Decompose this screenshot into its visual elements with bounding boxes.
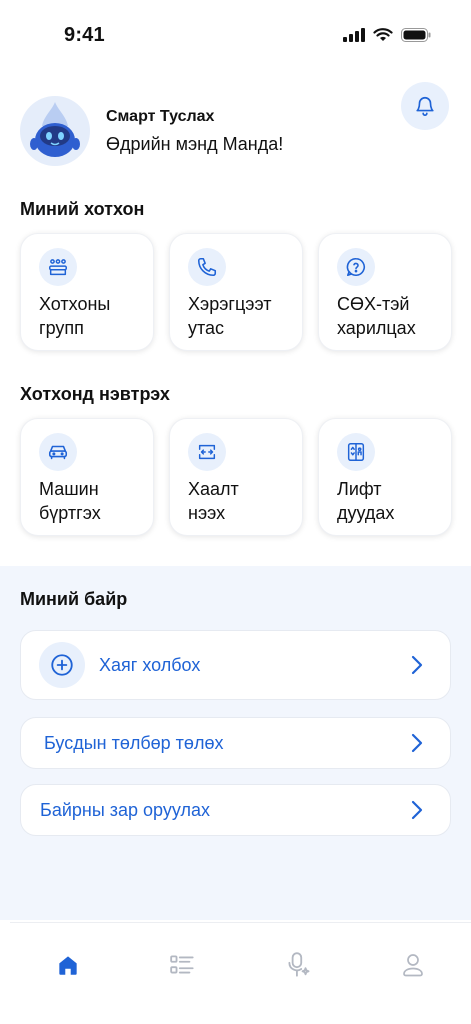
greeting-text: Өдрийн мэнд Манда! [106, 134, 284, 154]
row-label: Байрны зар оруулах [40, 799, 210, 820]
tile-label: Лифт дуудах [337, 479, 395, 523]
tile-complex-group[interactable]: Хотхоны групп [20, 233, 154, 351]
tile-label: Хаалт нээх [188, 479, 239, 523]
chevron-right-icon [411, 733, 423, 753]
status-time: 9:41 [64, 23, 105, 46]
plus-circle-icon [39, 642, 85, 688]
row-label: Хаяг холбох [99, 654, 201, 675]
wifi-icon [373, 28, 393, 41]
assistant-avatar [20, 96, 90, 166]
tab-list[interactable] [163, 945, 203, 985]
assistant-mic-icon [288, 952, 310, 977]
robot-mascot-icon [30, 102, 80, 157]
car-icon [39, 433, 77, 471]
assistant-name: Смарт Туслах [106, 108, 215, 125]
tab-home[interactable] [48, 945, 88, 985]
access-tiles: Машин бүртгэх Хаалт нээх Лифт дуудах [20, 418, 452, 536]
header: Смарт Туслах Өдрийн мэнд Манда! [20, 82, 451, 172]
status-icons [343, 28, 431, 42]
section-title-my-complex: Миний хотхон [20, 199, 145, 219]
home-icon [58, 956, 77, 975]
tile-register-car[interactable]: Машин бүртгэх [20, 418, 154, 536]
gate-icon [188, 433, 226, 471]
tile-open-gate[interactable]: Хаалт нээх [169, 418, 303, 536]
profile-icon [403, 954, 424, 977]
elevator-icon [337, 433, 375, 471]
chevron-right-icon [411, 800, 423, 820]
link-address-row[interactable]: Хаяг холбох [20, 630, 451, 700]
tab-bar [10, 922, 471, 1024]
section-title-access: Хотхонд нэвтрэх [20, 384, 170, 404]
bell-icon [416, 97, 434, 116]
row-label: Бусдын төлбөр төлөх [44, 732, 224, 753]
phone-icon [188, 248, 226, 286]
question-icon [337, 248, 375, 286]
tile-label: Машин бүртгэх [39, 479, 101, 523]
tab-assistant[interactable] [278, 945, 318, 985]
tile-label: СӨХ-тэй харилцах [337, 294, 416, 338]
post-building-ad-row[interactable]: Байрны зар оруулах [20, 784, 451, 836]
section-title-my-building: Миний байр [20, 589, 128, 609]
battery-icon [401, 28, 431, 42]
tile-useful-phones[interactable]: Хэрэгцээт утас [169, 233, 303, 351]
tab-profile[interactable] [393, 945, 433, 985]
signal-icon [343, 28, 365, 42]
my-complex-tiles: Хотхоны групп Хэрэгцээт утас СӨХ-тэй хар… [20, 233, 452, 351]
chevron-right-icon [411, 655, 423, 675]
group-icon [39, 248, 77, 286]
notifications-button[interactable] [401, 82, 449, 130]
status-bar: 9:41 [0, 0, 471, 66]
tile-call-elevator[interactable]: Лифт дуудах [318, 418, 452, 536]
list-icon [170, 955, 194, 974]
tile-label: Хэрэгцээт утас [188, 294, 272, 338]
tile-label: Хотхоны групп [39, 294, 111, 338]
pay-others-bill-row[interactable]: Бусдын төлбөр төлөх [20, 717, 451, 769]
tile-contact-hoa[interactable]: СӨХ-тэй харилцах [318, 233, 452, 351]
my-building-section: Миний байр Хаяг холбох Бусдын төлбөр төл… [0, 566, 471, 920]
